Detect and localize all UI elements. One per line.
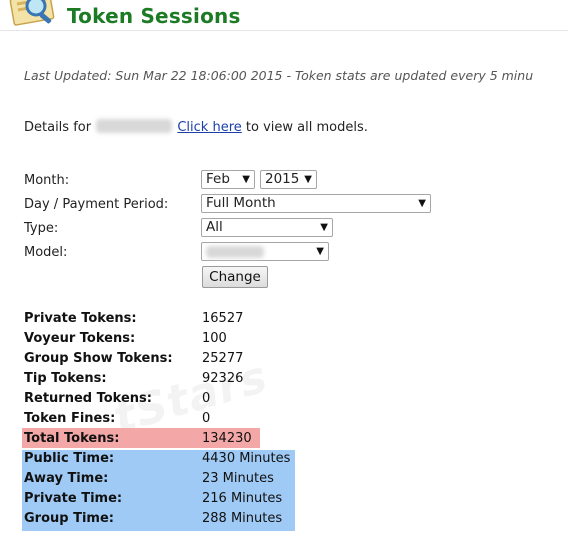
stat-label: Voyeur Tokens: <box>24 331 136 346</box>
type-select-value: All <box>206 219 223 235</box>
stat-label: Group Time: <box>24 511 114 526</box>
stat-row: Public Time: 4430 Minutes <box>24 448 304 468</box>
month-select-value: Feb <box>206 171 230 187</box>
stat-label: Private Tokens: <box>24 311 137 326</box>
stat-row: Voyeur Tokens: 100 <box>24 328 304 348</box>
redacted-model-name <box>96 119 173 133</box>
stat-value: 0 <box>202 411 211 426</box>
stat-row-total: Total Tokens: 134230 <box>24 428 304 448</box>
stat-row: Returned Tokens: 0 <box>24 388 304 408</box>
stat-value: 23 Minutes <box>202 471 274 486</box>
stat-value: 25277 <box>202 351 244 366</box>
year-select-value: 2015 <box>265 171 300 187</box>
stat-row: Private Tokens: 16527 <box>24 308 304 328</box>
stat-row: Token Fines: 0 <box>24 408 304 428</box>
stat-value: 0 <box>202 391 211 406</box>
period-select-value: Full Month <box>206 195 276 211</box>
stat-label: Token Fines: <box>24 411 116 426</box>
stat-value: 288 Minutes <box>202 511 283 526</box>
type-select[interactable]: All ▼ <box>201 218 333 237</box>
stat-value: 92326 <box>202 371 244 386</box>
stat-label: Total Tokens: <box>24 431 120 446</box>
stat-value: 16527 <box>202 311 244 326</box>
chevron-down-icon: ▼ <box>418 198 426 209</box>
stat-value: 134230 <box>202 431 252 446</box>
header: Token Sessions <box>0 0 568 31</box>
details-suffix: to view all models. <box>245 120 368 135</box>
stat-row: Group Time: 288 Minutes <box>24 508 304 528</box>
stat-row: Group Show Tokens: 25277 <box>24 348 304 368</box>
stat-label: Group Show Tokens: <box>24 351 173 366</box>
month-select[interactable]: Feb ▼ <box>201 170 255 189</box>
last-updated-text: Last Updated: Sun Mar 22 18:06:00 2015 -… <box>24 68 534 83</box>
model-label: Model: <box>24 245 68 260</box>
period-label: Day / Payment Period: <box>24 197 169 212</box>
magnifier-document-icon <box>9 0 55 26</box>
stat-value: 216 Minutes <box>202 491 283 506</box>
stat-label: Tip Tokens: <box>24 371 107 386</box>
stat-label: Returned Tokens: <box>24 391 152 406</box>
stat-value: 100 <box>202 331 227 346</box>
chevron-down-icon: ▼ <box>304 174 312 185</box>
details-prefix: Details for <box>24 120 92 135</box>
year-select[interactable]: 2015 ▼ <box>260 170 317 189</box>
type-label: Type: <box>24 221 59 236</box>
model-select[interactable]: ▼ <box>201 242 329 261</box>
month-label: Month: <box>24 173 70 188</box>
chevron-down-icon: ▼ <box>242 174 250 185</box>
stat-row: Tip Tokens: 92326 <box>24 368 304 388</box>
view-all-models-link[interactable]: Click here <box>177 120 241 135</box>
stat-label: Private Time: <box>24 491 123 506</box>
details-line: Details for Click here to view all model… <box>24 119 368 135</box>
redacted-model-value <box>206 246 264 258</box>
stat-label: Public Time: <box>24 451 115 466</box>
chevron-down-icon: ▼ <box>320 222 328 233</box>
stat-row: Away Time: 23 Minutes <box>24 468 304 488</box>
page-title: Token Sessions <box>67 4 241 28</box>
change-button[interactable]: Change <box>202 266 268 288</box>
period-select[interactable]: Full Month ▼ <box>201 194 431 213</box>
stat-label: Away Time: <box>24 471 109 486</box>
stat-row: Private Time: 216 Minutes <box>24 488 304 508</box>
stat-value: 4430 Minutes <box>202 451 291 466</box>
chevron-down-icon: ▼ <box>316 246 324 257</box>
